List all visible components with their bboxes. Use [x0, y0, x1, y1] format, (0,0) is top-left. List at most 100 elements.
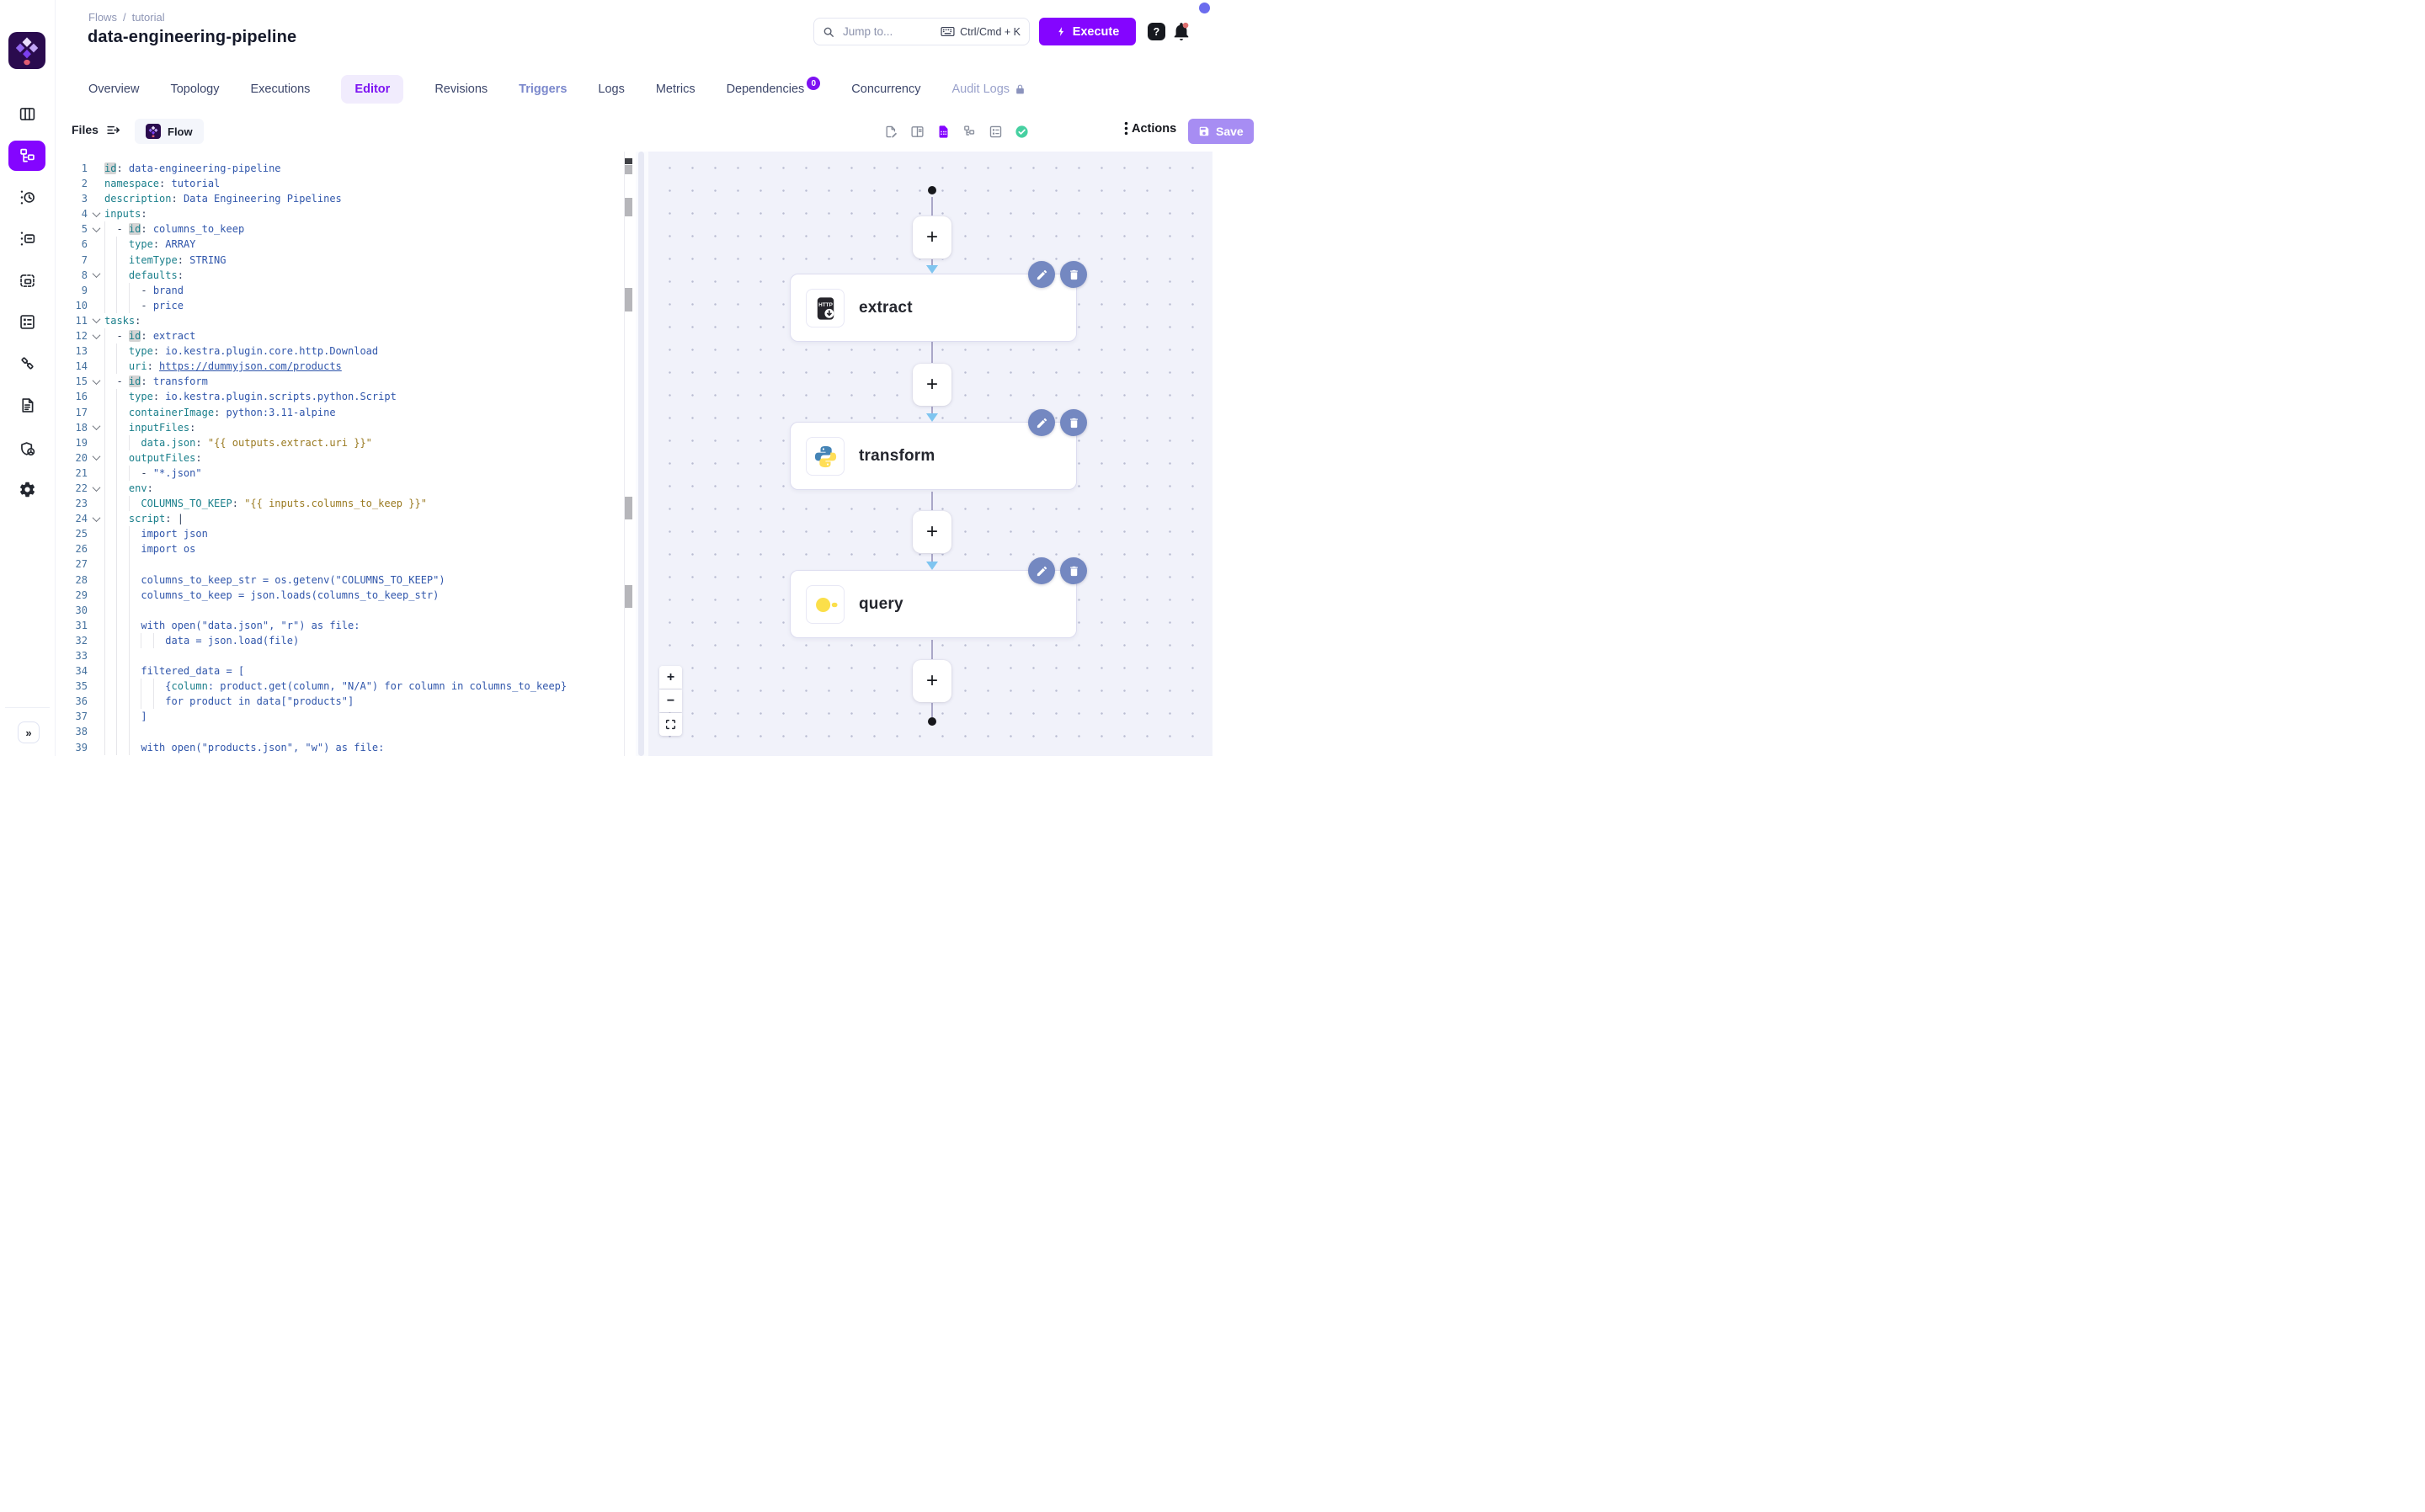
actions-menu-button[interactable]: Actions: [1124, 121, 1176, 136]
add-task-button[interactable]: +: [913, 216, 951, 258]
topology-canvas[interactable]: + + + + HTTP extract transform query + −: [648, 152, 1212, 756]
zoom-out-button[interactable]: −: [659, 689, 682, 712]
code-line[interactable]: 10- price: [55, 298, 624, 313]
notifications-bell-icon[interactable]: [1172, 21, 1191, 41]
jump-to-search[interactable]: Ctrl/Cmd + K: [813, 18, 1030, 45]
code-line[interactable]: 5- id: columns_to_keep: [55, 221, 624, 237]
code-line[interactable]: 3description: Data Engineering Pipelines: [55, 191, 624, 206]
task-node-query[interactable]: query: [790, 570, 1077, 638]
code-line[interactable]: 25import json: [55, 526, 624, 541]
code-line[interactable]: 29columns_to_keep = json.loads(columns_t…: [55, 588, 624, 603]
fold-chevron-icon[interactable]: [88, 313, 104, 328]
editor-scrollbar[interactable]: [624, 152, 625, 756]
code-file-icon[interactable]: [936, 125, 951, 139]
search-input[interactable]: [841, 24, 934, 39]
code-line[interactable]: 9- brand: [55, 283, 624, 298]
file-edit-icon[interactable]: [884, 125, 898, 139]
code-line[interactable]: 12- id: extract: [55, 328, 624, 343]
delete-task-button[interactable]: [1060, 557, 1087, 584]
fold-chevron-icon[interactable]: [88, 206, 104, 221]
tab-topology[interactable]: Topology: [170, 83, 219, 96]
files-toggle[interactable]: Files: [72, 123, 120, 136]
add-task-button[interactable]: +: [913, 660, 951, 702]
add-task-button[interactable]: +: [913, 364, 951, 406]
task-node-transform[interactable]: transform: [790, 422, 1077, 490]
code-line[interactable]: 39with open("products.json", "w") as fil…: [55, 740, 624, 755]
edit-task-button[interactable]: [1028, 409, 1055, 436]
code-line[interactable]: 8defaults:: [55, 268, 624, 283]
code-line[interactable]: 13type: io.kestra.plugin.core.http.Downl…: [55, 343, 624, 359]
tab-triggers[interactable]: Triggers: [519, 83, 567, 96]
code-line[interactable]: 20outputFiles:: [55, 450, 624, 466]
add-task-button[interactable]: +: [913, 511, 951, 553]
code-line[interactable]: 18inputFiles:: [55, 420, 624, 435]
edit-task-button[interactable]: [1028, 261, 1055, 288]
code-line[interactable]: 37]: [55, 709, 624, 724]
sidebar-item-executions[interactable]: [8, 182, 45, 212]
delete-task-button[interactable]: [1060, 261, 1087, 288]
code-line[interactable]: 15- id: transform: [55, 374, 624, 389]
yaml-code-editor[interactable]: 1id: data-engineering-pipeline2namespace…: [55, 152, 636, 756]
breadcrumb-namespace[interactable]: tutorial: [132, 11, 165, 24]
fold-chevron-icon[interactable]: [88, 268, 104, 283]
code-line[interactable]: 27: [55, 556, 624, 572]
fold-chevron-icon[interactable]: [88, 328, 104, 343]
sidebar-item-logs[interactable]: [8, 223, 45, 253]
tab-audit-logs[interactable]: Audit Logs: [952, 83, 1026, 96]
valid-check-icon[interactable]: [1015, 125, 1029, 139]
code-line[interactable]: 11tasks:: [55, 313, 624, 328]
code-line[interactable]: 17containerImage: python:3.11-alpine: [55, 405, 624, 420]
sidebar-item-flows[interactable]: [8, 141, 45, 171]
tab-logs[interactable]: Logs: [598, 83, 624, 96]
tab-dependencies[interactable]: Dependencies0: [727, 83, 821, 96]
code-line[interactable]: 1id: data-engineering-pipeline: [55, 161, 624, 176]
side-panel-icon[interactable]: [910, 125, 925, 139]
code-line[interactable]: 36for product in data["products"]: [55, 694, 624, 709]
code-line[interactable]: 2namespace: tutorial: [55, 176, 624, 191]
delete-task-button[interactable]: [1060, 409, 1087, 436]
sidebar-item-settings[interactable]: [8, 474, 45, 504]
code-line[interactable]: 22env:: [55, 481, 624, 496]
code-line[interactable]: 30: [55, 603, 624, 618]
sidebar-item-dashboard[interactable]: [8, 98, 45, 129]
code-line[interactable]: 21- "*.json": [55, 466, 624, 481]
tab-metrics[interactable]: Metrics: [656, 83, 696, 96]
code-line[interactable]: 32data = json.load(file): [55, 633, 624, 648]
sidebar-item-plugins[interactable]: [8, 348, 45, 378]
fit-screen-button[interactable]: [659, 713, 682, 736]
sidebar-item-docs[interactable]: [8, 390, 45, 420]
flow-file-tab[interactable]: Flow: [135, 119, 204, 144]
zoom-in-button[interactable]: +: [659, 666, 682, 689]
code-line[interactable]: 24script: |: [55, 511, 624, 526]
fold-chevron-icon[interactable]: [88, 221, 104, 237]
code-line[interactable]: 23COLUMNS_TO_KEEP: "{{ inputs.columns_to…: [55, 496, 624, 511]
fold-chevron-icon[interactable]: [88, 481, 104, 496]
code-line[interactable]: 4inputs:: [55, 206, 624, 221]
code-line[interactable]: 14uri: https://dummyjson.com/products: [55, 359, 624, 374]
sidebar-item-namespaces[interactable]: [8, 265, 45, 295]
code-line[interactable]: 33: [55, 648, 624, 663]
code-line[interactable]: 19data.json: "{{ outputs.extract.uri }}": [55, 435, 624, 450]
sidebar-expand-button[interactable]: »: [18, 721, 40, 743]
tab-executions[interactable]: Executions: [250, 83, 310, 96]
tab-concurrency[interactable]: Concurrency: [851, 83, 920, 96]
code-line[interactable]: 31with open("data.json", "r") as file:: [55, 618, 624, 633]
tab-editor[interactable]: Editor: [341, 75, 403, 104]
tab-overview[interactable]: Overview: [88, 83, 139, 96]
fold-chevron-icon[interactable]: [88, 450, 104, 466]
code-line[interactable]: 7itemType: STRING: [55, 253, 624, 268]
fold-chevron-icon[interactable]: [88, 374, 104, 389]
kestra-logo[interactable]: [8, 32, 45, 69]
sidebar-item-iam[interactable]: [8, 434, 45, 464]
fold-chevron-icon[interactable]: [88, 511, 104, 526]
form-icon[interactable]: [989, 125, 1003, 139]
task-node-extract[interactable]: HTTP extract: [790, 274, 1077, 342]
tab-revisions[interactable]: Revisions: [434, 83, 488, 96]
code-line[interactable]: 34filtered_data = [: [55, 663, 624, 679]
code-line[interactable]: 28columns_to_keep_str = os.getenv("COLUM…: [55, 572, 624, 588]
code-line[interactable]: 26import os: [55, 541, 624, 556]
help-button[interactable]: ?: [1148, 23, 1165, 40]
save-button[interactable]: Save: [1188, 119, 1254, 144]
breadcrumb-flows[interactable]: Flows: [88, 11, 117, 24]
execute-button[interactable]: Execute: [1039, 18, 1136, 45]
